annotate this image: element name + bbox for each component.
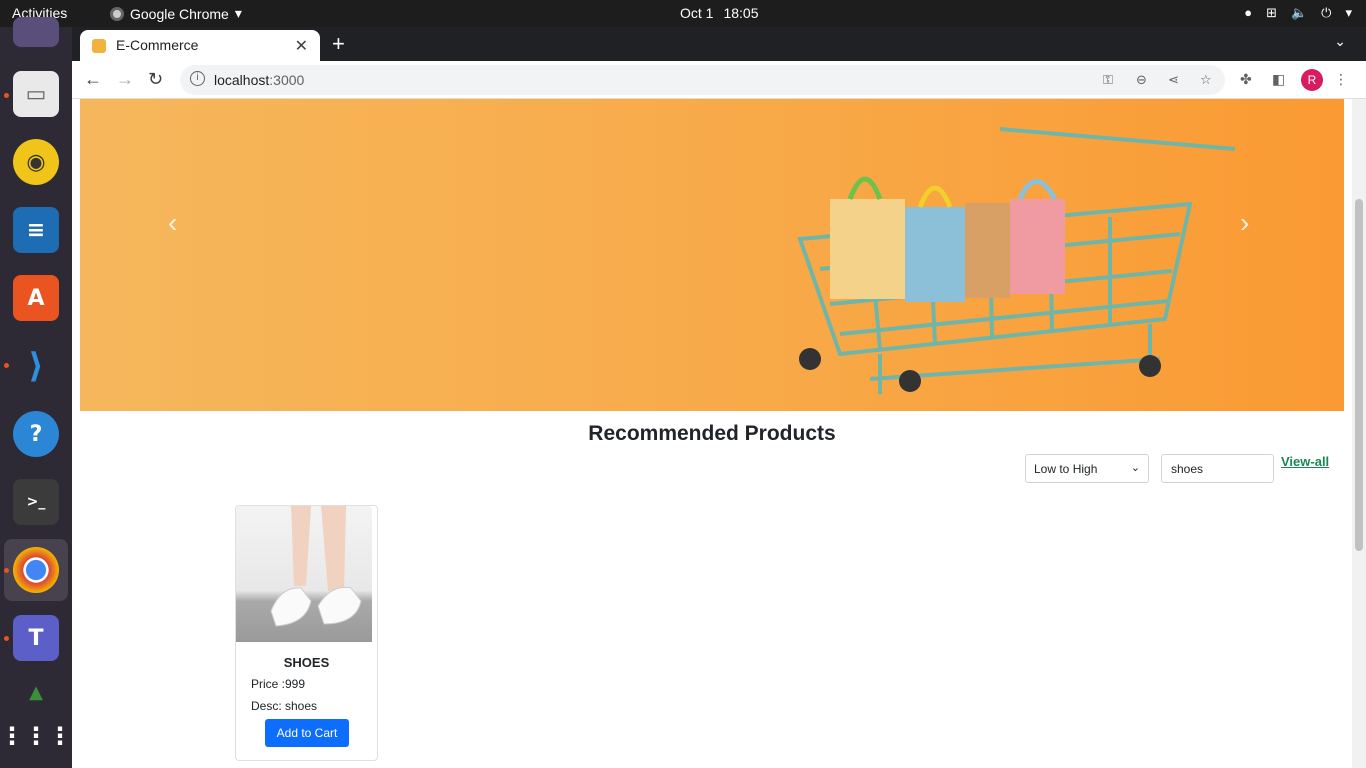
- product-image: [236, 506, 372, 642]
- page-content: ‹ › Recommended Products Low to High ⌄ s…: [72, 99, 1366, 768]
- files-icon[interactable]: ▭: [13, 71, 59, 117]
- network-icon[interactable]: ⊞: [1266, 5, 1277, 21]
- address-bar[interactable]: i localhost:3000 ⚿ ⊖ ⋖ ☆: [180, 65, 1225, 95]
- software-center-icon[interactable]: A: [13, 275, 59, 321]
- close-icon[interactable]: ✕: [295, 36, 308, 56]
- product-description: Desc: shoes: [251, 699, 318, 713]
- new-tab-button[interactable]: +: [332, 31, 345, 57]
- tab-strip: E-Commerce ✕ + ⌄: [72, 27, 1366, 61]
- notification-icon[interactable]: ●: [1244, 5, 1252, 21]
- power-icon[interactable]: ⏻: [1321, 5, 1331, 21]
- back-icon[interactable]: ←: [84, 69, 102, 90]
- url-port: :3000: [269, 72, 305, 88]
- rhythmbox-icon[interactable]: ◉: [13, 139, 59, 185]
- chrome-icon[interactable]: [13, 547, 59, 593]
- dock-partial-icon[interactable]: [13, 17, 59, 47]
- browser-toolbar: ← → ↻ i localhost:3000 ⚿ ⊖ ⋖ ☆ ✤ ◧ R ⋮: [72, 61, 1366, 99]
- sneakers-image: [270, 506, 362, 627]
- shopping-cart-image: [797, 127, 1236, 394]
- tab-ecommerce[interactable]: E-Commerce ✕: [80, 30, 320, 61]
- time: 18:05: [723, 5, 759, 21]
- system-tray[interactable]: ● ⊞ 🔈 ⏻ ▾: [1244, 5, 1352, 21]
- carousel-prev-icon[interactable]: ‹: [168, 207, 177, 239]
- search-input[interactable]: shoes: [1161, 454, 1274, 483]
- bookmark-star-icon[interactable]: ☆: [1200, 72, 1212, 88]
- help-icon[interactable]: ?: [13, 411, 59, 457]
- writer-icon[interactable]: ≡: [13, 207, 59, 253]
- share-icon[interactable]: ⋖: [1168, 72, 1179, 88]
- system-topbar: Activities Google Chrome ▾ Oct 1 18:05 ● …: [0, 0, 1366, 27]
- sort-select[interactable]: Low to High ⌄: [1025, 454, 1149, 483]
- clock[interactable]: Oct 1 18:05: [680, 5, 759, 21]
- date: Oct 1: [680, 5, 714, 21]
- site-info-icon[interactable]: i: [190, 71, 205, 86]
- url-host: localhost: [214, 72, 270, 88]
- sort-select-value: Low to High: [1034, 462, 1098, 476]
- chevron-down-icon: ▾: [234, 5, 242, 21]
- product-name: SHOES: [283, 655, 330, 670]
- chrome-icon: [110, 6, 124, 21]
- favicon-icon: [92, 39, 106, 53]
- running-indicator: [4, 568, 9, 573]
- volume-icon[interactable]: 🔈: [1291, 5, 1307, 21]
- menu-icon[interactable]: ⋮: [1334, 71, 1348, 88]
- product-card: SHOES Price :999 Desc: shoes Add to Cart: [235, 505, 378, 761]
- tab-search-icon[interactable]: ⌄: [1334, 33, 1346, 50]
- scrollbar-thumb[interactable]: [1355, 199, 1363, 551]
- trash-icon[interactable]: ▲: [13, 677, 59, 707]
- chevron-down-icon: ⌄: [1130, 462, 1140, 474]
- running-indicator: [4, 93, 9, 98]
- carousel-next-icon[interactable]: ›: [1240, 207, 1249, 239]
- section-title: Recommended Products: [588, 422, 836, 445]
- page-scrollbar[interactable]: [1352, 99, 1366, 768]
- app-menu[interactable]: Google Chrome ▾: [110, 5, 242, 22]
- apps-grid-icon[interactable]: ⋮⋮⋮: [0, 713, 72, 759]
- url-text: localhost:3000: [214, 72, 304, 88]
- side-panel-icon[interactable]: ◧: [1272, 71, 1285, 88]
- view-all-link[interactable]: View-all: [1281, 454, 1329, 469]
- forward-icon[interactable]: →: [116, 69, 134, 90]
- extensions-icon[interactable]: ✤: [1240, 71, 1252, 88]
- zoom-icon[interactable]: ⊖: [1136, 72, 1147, 88]
- teams-icon[interactable]: T: [13, 615, 59, 661]
- running-indicator: [4, 636, 9, 641]
- key-icon[interactable]: ⚿: [1103, 72, 1113, 88]
- vscode-icon[interactable]: ⟩: [13, 343, 59, 389]
- profile-avatar[interactable]: R: [1301, 69, 1323, 91]
- search-input-value: shoes: [1171, 462, 1204, 476]
- tab-title: E-Commerce: [116, 37, 199, 53]
- reload-icon[interactable]: ↻: [148, 69, 163, 90]
- product-price: Price :999: [251, 677, 306, 691]
- terminal-icon[interactable]: >_: [13, 479, 59, 525]
- chevron-down-icon[interactable]: ▾: [1345, 5, 1352, 21]
- add-to-cart-button[interactable]: Add to Cart: [265, 719, 349, 747]
- dock: ▭ ◉ ≡ A ⟩ ? >_ T ▲ ⋮⋮⋮: [0, 17, 72, 768]
- app-name: Google Chrome: [130, 5, 229, 22]
- banner-carousel: ‹ ›: [80, 99, 1344, 411]
- running-indicator: [4, 363, 9, 368]
